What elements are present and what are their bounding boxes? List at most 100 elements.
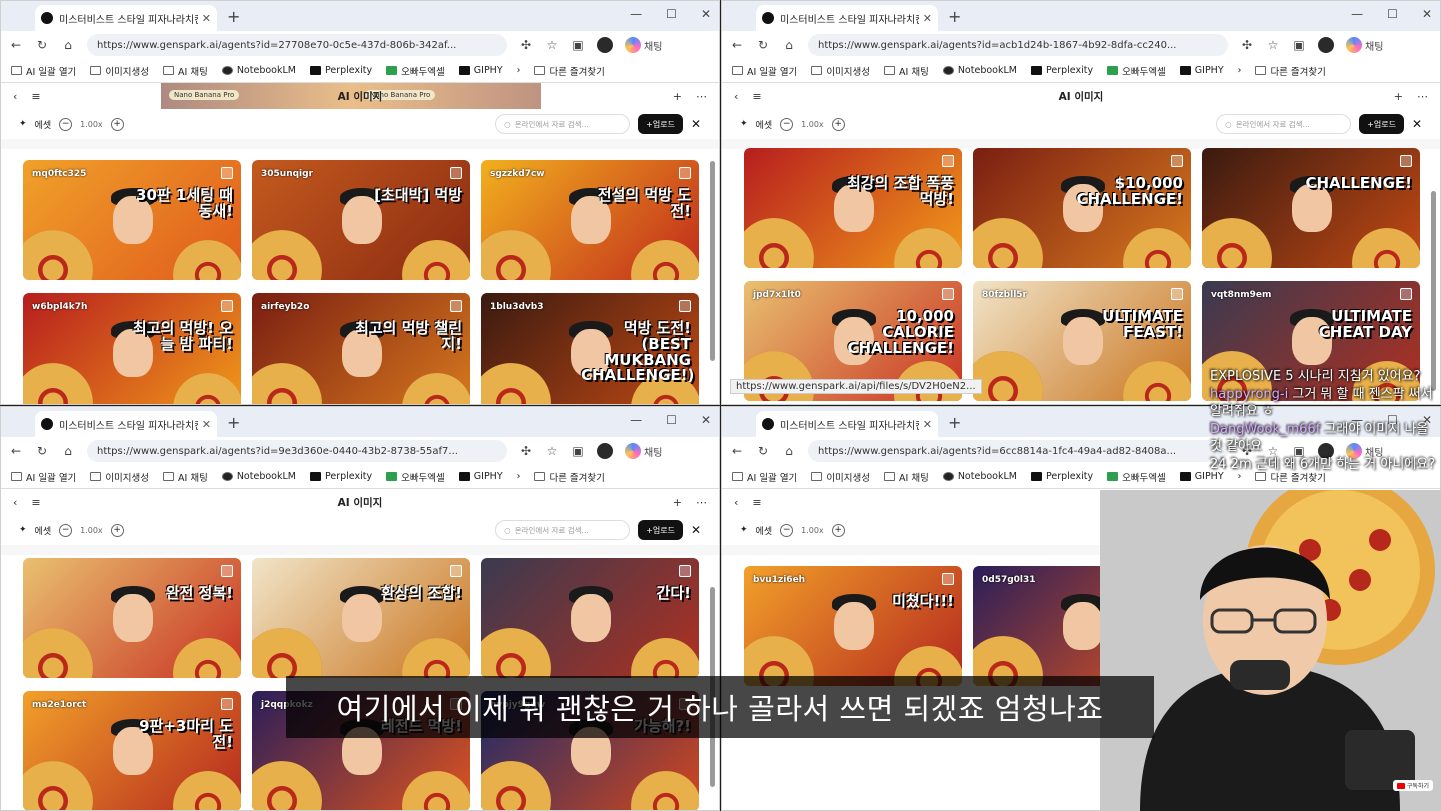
- tab-close-icon[interactable]: ✕: [202, 12, 211, 25]
- extensions-icon[interactable]: ✣: [1240, 38, 1254, 52]
- reload-icon[interactable]: ↻: [756, 444, 770, 458]
- bookmark-item[interactable]: NotebookLM: [221, 65, 296, 76]
- select-checkbox[interactable]: [450, 300, 462, 312]
- vertical-scrollbar[interactable]: [1430, 151, 1438, 398]
- upload-button[interactable]: + 업로드: [638, 114, 683, 134]
- collections-icon[interactable]: ▣: [571, 444, 585, 458]
- bookmarks-more-icon[interactable]: ›: [1238, 65, 1242, 76]
- menu-icon[interactable]: ≡: [31, 90, 40, 103]
- maximize-button[interactable]: ☐: [666, 7, 677, 21]
- select-checkbox[interactable]: [1400, 288, 1412, 300]
- new-tab-button[interactable]: +: [227, 7, 240, 26]
- home-icon[interactable]: ⌂: [782, 444, 796, 458]
- image-thumbnail[interactable]: 먹방 도전! (BEST MUKBANG CHALLENGE!) 1blu3dvb…: [481, 293, 699, 404]
- zoom-in-button[interactable]: +: [110, 117, 124, 131]
- close-panel-icon[interactable]: ✕: [1412, 117, 1422, 131]
- back-chevron-icon[interactable]: ‹: [13, 496, 17, 509]
- bookmark-item[interactable]: AI 채팅: [884, 470, 929, 484]
- back-icon[interactable]: ←: [9, 38, 23, 52]
- bookmark-item[interactable]: NotebookLM: [942, 65, 1017, 76]
- more-icon[interactable]: ⋯: [696, 90, 707, 103]
- bookmark-item[interactable]: AI 일괄 열기: [11, 64, 76, 78]
- bookmark-item[interactable]: AI 채팅: [163, 64, 208, 78]
- browser-tab[interactable]: 미스터비스트 스타일 피자나라치킨 ✕: [35, 411, 217, 437]
- select-checkbox[interactable]: [450, 565, 462, 577]
- bookmark-item[interactable]: Perplexity: [1030, 65, 1093, 76]
- reload-icon[interactable]: ↻: [35, 444, 49, 458]
- close-window-button[interactable]: ✕: [1422, 7, 1432, 21]
- select-checkbox[interactable]: [221, 167, 233, 179]
- vertical-scrollbar[interactable]: [709, 151, 717, 398]
- bookmark-item[interactable]: 이미지생성: [90, 470, 149, 484]
- bookmark-item[interactable]: AI 일괄 열기: [11, 470, 76, 484]
- subscribe-badge[interactable]: 구독하기: [1392, 780, 1433, 791]
- copilot-chat-button[interactable]: 채팅: [625, 443, 662, 459]
- back-icon[interactable]: ←: [730, 444, 744, 458]
- url-field[interactable]: https://www.genspark.ai/agents?id=acb1d2…: [808, 34, 1228, 56]
- home-icon[interactable]: ⌂: [61, 38, 75, 52]
- bookmark-item[interactable]: 이미지생성: [90, 64, 149, 78]
- url-field[interactable]: https://www.genspark.ai/agents?id=9e3d36…: [87, 440, 507, 462]
- maximize-button[interactable]: ☐: [666, 413, 677, 427]
- home-icon[interactable]: ⌂: [61, 444, 75, 458]
- bookmark-item[interactable]: GIPHY: [458, 471, 503, 482]
- collections-icon[interactable]: ▣: [1292, 38, 1306, 52]
- extensions-icon[interactable]: ✣: [519, 38, 533, 52]
- bookmark-item[interactable]: 오빠두엑셀: [1107, 470, 1166, 484]
- image-thumbnail[interactable]: ULTIMATE FEAST! 80fzbll5r: [973, 281, 1191, 401]
- select-checkbox[interactable]: [1171, 155, 1183, 167]
- zoom-in-button[interactable]: +: [831, 117, 845, 131]
- menu-icon[interactable]: ≡: [752, 496, 761, 509]
- other-bookmarks[interactable]: 다른 즐겨찾기: [534, 64, 605, 78]
- browser-tab[interactable]: 미스터비스트 스타일 피자나라치킨 ✕: [756, 411, 938, 437]
- select-checkbox[interactable]: [450, 167, 462, 179]
- back-icon[interactable]: ←: [9, 444, 23, 458]
- minimize-button[interactable]: —: [630, 413, 642, 427]
- menu-icon[interactable]: ≡: [31, 496, 40, 509]
- select-checkbox[interactable]: [221, 300, 233, 312]
- other-bookmarks[interactable]: 다른 즐겨찾기: [1255, 64, 1326, 78]
- upload-button[interactable]: + 업로드: [638, 520, 683, 540]
- other-bookmarks[interactable]: 다른 즐겨찾기: [534, 470, 605, 484]
- zoom-out-button[interactable]: −: [780, 523, 794, 537]
- select-checkbox[interactable]: [1171, 288, 1183, 300]
- scrollbar-thumb[interactable]: [1431, 191, 1436, 391]
- menu-icon[interactable]: ≡: [752, 90, 761, 103]
- bookmark-item[interactable]: 오빠두엑셀: [1107, 64, 1166, 78]
- zoom-out-button[interactable]: −: [59, 523, 73, 537]
- reload-icon[interactable]: ↻: [756, 38, 770, 52]
- browser-tab[interactable]: 미스터비스트 스타일 피자나라치킨 ✕: [756, 5, 938, 31]
- select-checkbox[interactable]: [679, 167, 691, 179]
- bookmark-item[interactable]: NotebookLM: [942, 471, 1017, 482]
- image-thumbnail[interactable]: CHALLENGE!: [1202, 148, 1420, 268]
- add-icon[interactable]: +: [1394, 90, 1403, 103]
- profile-avatar[interactable]: [1318, 37, 1334, 53]
- zoom-out-button[interactable]: −: [59, 117, 73, 131]
- image-thumbnail[interactable]: 최고의 먹방 챌린지! airfeyb2o: [252, 293, 470, 404]
- more-icon[interactable]: ⋯: [696, 496, 707, 509]
- new-tab-button[interactable]: +: [948, 413, 961, 432]
- profile-avatar[interactable]: [597, 37, 613, 53]
- bookmark-item[interactable]: Perplexity: [309, 471, 372, 482]
- image-thumbnail[interactable]: 최강의 조합 폭풍먹방!: [744, 148, 962, 268]
- browser-tab[interactable]: 미스터비스트 스타일 피자나라치킨 ✕: [35, 5, 217, 31]
- back-chevron-icon[interactable]: ‹: [13, 90, 17, 103]
- select-checkbox[interactable]: [942, 155, 954, 167]
- select-checkbox[interactable]: [679, 300, 691, 312]
- reload-icon[interactable]: ↻: [35, 38, 49, 52]
- bookmark-item[interactable]: GIPHY: [458, 65, 503, 76]
- home-icon[interactable]: ⌂: [782, 38, 796, 52]
- more-icon[interactable]: ⋯: [1417, 90, 1428, 103]
- select-checkbox[interactable]: [679, 565, 691, 577]
- profile-avatar[interactable]: [597, 443, 613, 459]
- bookmark-item[interactable]: GIPHY: [1179, 65, 1224, 76]
- favorites-icon[interactable]: ☆: [545, 444, 559, 458]
- image-thumbnail[interactable]: 30판 1세팅 때 동새! mq0ftc325: [23, 160, 241, 280]
- tab-close-icon[interactable]: ✕: [202, 418, 211, 431]
- favorites-icon[interactable]: ☆: [545, 38, 559, 52]
- bookmark-item[interactable]: Perplexity: [309, 65, 372, 76]
- close-panel-icon[interactable]: ✕: [691, 117, 701, 131]
- search-input[interactable]: ○온라인에서 자료 검색...: [495, 520, 631, 540]
- search-input[interactable]: ○온라인에서 자료 검색...: [1216, 114, 1352, 134]
- upload-button[interactable]: + 업로드: [1359, 114, 1404, 134]
